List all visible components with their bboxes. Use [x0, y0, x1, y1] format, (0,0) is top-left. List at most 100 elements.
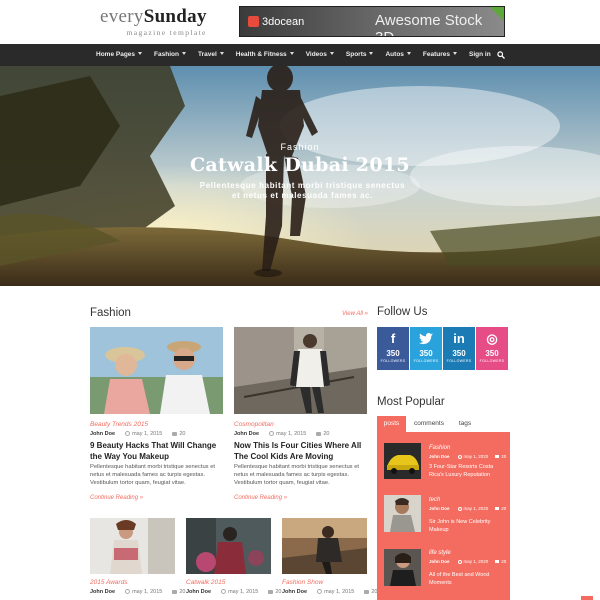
article-title[interactable]: Now This Is Four Cities Where All The Co…: [234, 440, 368, 462]
linkedin-icon: in: [453, 331, 465, 346]
follower-count: 350: [485, 349, 499, 358]
nav-item-sports[interactable]: Sports: [346, 44, 374, 66]
popular-list: Fashion John Doe may 1, 2020 20 3 Four-Sta…: [377, 432, 510, 600]
popular-category[interactable]: life style: [429, 550, 451, 556]
view-all-link[interactable]: View All »: [342, 311, 368, 317]
fashion-heading: Fashion: [90, 307, 131, 319]
follower-count: 350: [419, 349, 433, 358]
tab-tags[interactable]: tags: [451, 416, 479, 432]
logo-word-1: every: [100, 6, 144, 27]
article-excerpt: Pellentesque habitant morbi tristique se…: [234, 464, 360, 486]
comment-icon: [495, 560, 500, 563]
popular-meta: John Doe may 1, 2020 20: [429, 454, 507, 459]
twitter-icon: [410, 329, 442, 349]
comment-icon: [172, 431, 178, 436]
main-nav: Home Pages Fashion Travel Health & Fitne…: [0, 44, 600, 66]
article-thumbnail[interactable]: [90, 518, 175, 574]
popular-thumbnail[interactable]: [384, 443, 421, 479]
chevron-down-icon: [453, 52, 458, 55]
article-meta: John Doe may 1, 2015 20: [282, 589, 378, 595]
clock-icon: [125, 431, 131, 436]
article-category[interactable]: Fashion Show: [282, 579, 323, 586]
clock-icon: [457, 507, 462, 511]
popular-meta: John Doe may 1, 2020 20: [429, 506, 507, 511]
twitter-follow-button[interactable]: 350 FOLLOWERS: [410, 327, 442, 370]
search-icon[interactable]: [497, 51, 505, 59]
popular-title[interactable]: Sir John is New Celebrity Makeup: [429, 518, 505, 534]
nav-item-travel[interactable]: Travel: [198, 44, 224, 66]
chevron-down-icon: [289, 52, 294, 55]
nav-item-features[interactable]: Features: [423, 44, 458, 66]
ad-tagline: Awesome Stock 3D: [375, 12, 483, 36]
logo-word-2: Sunday: [143, 6, 207, 27]
hero-category[interactable]: Fashion: [0, 142, 600, 152]
popular-meta: John Doe may 1, 2020 20: [429, 559, 507, 564]
comment-icon: [364, 589, 370, 594]
chevron-down-icon: [369, 52, 374, 55]
article-meta: John Doe may 1, 2015 20: [90, 589, 186, 595]
dribbble-icon: ◎: [486, 331, 498, 346]
nav-item-autos[interactable]: Autos: [385, 44, 411, 66]
follower-label: FOLLOWERS: [446, 359, 472, 363]
follower-count: 350: [386, 349, 400, 358]
comment-icon: [316, 431, 322, 436]
popular-title[interactable]: 3 Four-Star Resorts Costa Rica's Luxury …: [429, 463, 505, 479]
chevron-down-icon: [406, 52, 411, 55]
ad-brand: 3docean: [248, 16, 304, 28]
logo-tagline: magazine template: [126, 28, 207, 37]
popular-tabs: posts comments tags: [377, 416, 510, 432]
article-meta: John Doe may 1, 2015 20: [90, 431, 186, 437]
tab-posts[interactable]: posts: [377, 416, 406, 432]
nav-item-fashion[interactable]: Fashion: [154, 44, 186, 66]
popular-thumbnail[interactable]: [384, 495, 421, 532]
follower-label: FOLLOWERS: [413, 359, 439, 363]
article-thumbnail[interactable]: [282, 518, 367, 574]
article-category[interactable]: Beauty Trends 2015: [90, 421, 148, 428]
nav-item-videos[interactable]: Videos: [306, 44, 334, 66]
tab-comments[interactable]: comments: [409, 416, 449, 432]
ad-banner[interactable]: 3docean Awesome Stock 3D: [239, 6, 505, 37]
comment-icon: [495, 455, 500, 458]
article-category[interactable]: Cosmopolitan: [234, 421, 274, 428]
article-meta: John Doe may 1, 2015 20: [186, 589, 282, 595]
chevron-down-icon: [219, 52, 224, 55]
site-header: everySunday magazine template 3docean Aw…: [0, 0, 600, 44]
clock-icon: [457, 455, 462, 459]
linkedin-follow-button[interactable]: in 350 FOLLOWERS: [443, 327, 475, 370]
popular-category[interactable]: tech: [429, 497, 440, 503]
follower-count: 350: [452, 349, 466, 358]
popular-thumbnail[interactable]: [384, 549, 421, 586]
continue-reading-link[interactable]: Continue Reading »: [90, 495, 143, 501]
clock-icon: [269, 431, 275, 436]
article-thumbnail[interactable]: [90, 327, 223, 414]
nav-item-home-pages[interactable]: Home Pages: [96, 44, 143, 66]
article-excerpt: Pellentesque habitant morbi tristique se…: [90, 464, 216, 486]
popular-heading: Most Popular: [377, 396, 445, 408]
comment-icon: [172, 589, 178, 594]
clock-icon: [125, 589, 131, 594]
nav-item-sign-in[interactable]: Sign in: [469, 44, 491, 66]
hero-title[interactable]: Catwalk Dubai 2015: [190, 154, 410, 176]
article-category[interactable]: 2015 Awards: [90, 579, 128, 586]
facebook-icon: f: [390, 331, 396, 346]
hero-image: [0, 66, 600, 286]
back-to-top-button[interactable]: [581, 596, 593, 600]
site-logo[interactable]: everySunday magazine template: [100, 6, 207, 38]
dribbble-follow-button[interactable]: ◎ 350 FOLLOWERS: [476, 327, 508, 370]
popular-category[interactable]: Fashion: [429, 445, 450, 451]
nav-item-health-fitness[interactable]: Health & Fitness: [236, 44, 294, 66]
article-title[interactable]: 9 Beauty Hacks That Will Change the Way …: [90, 440, 224, 462]
continue-reading-link[interactable]: Continue Reading »: [234, 495, 287, 501]
ad-brand-icon: [248, 16, 259, 27]
clock-icon: [317, 589, 323, 594]
article-category[interactable]: Catwalk 2015: [186, 579, 225, 586]
hero-slider[interactable]: Fashion Catwalk Dubai 2015 Pellentesque …: [0, 66, 600, 286]
clock-icon: [221, 589, 227, 594]
follower-label: FOLLOWERS: [479, 359, 505, 363]
article-thumbnail[interactable]: [234, 327, 367, 414]
article-meta: John Doe may 1, 2015 20: [234, 431, 330, 437]
facebook-follow-button[interactable]: f 350 FOLLOWERS: [377, 327, 409, 370]
popular-title[interactable]: All of the Best and Worst Moments: [429, 571, 505, 587]
article-thumbnail[interactable]: [186, 518, 271, 574]
ad-corner-badge: [490, 7, 504, 21]
